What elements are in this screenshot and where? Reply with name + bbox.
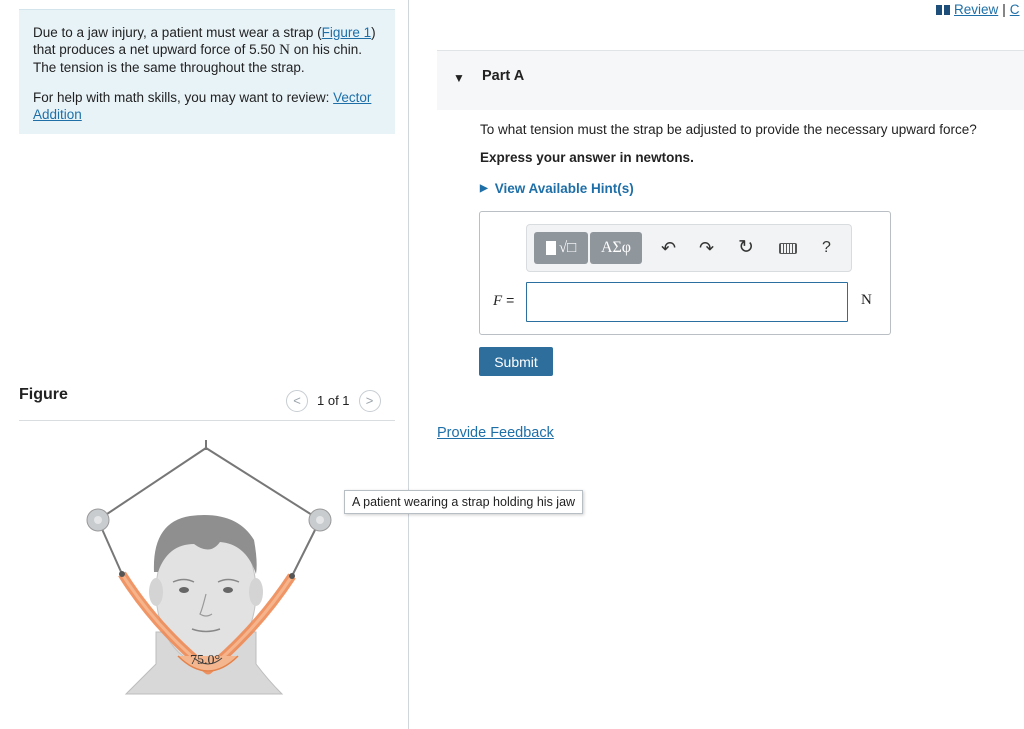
math-toolbar: √□ ΑΣφ ↶ ↷ ↻ ? — [526, 224, 852, 272]
figure-page-count: 1 of 1 — [317, 393, 350, 408]
view-hints-toggle[interactable]: ▶ View Available Hint(s) — [480, 181, 634, 196]
problem-statement: Due to a jaw injury, a patient must wear… — [19, 9, 395, 134]
force-unit: N — [279, 42, 291, 58]
book-icon — [936, 4, 950, 15]
answer-box: √□ ΑΣφ ↶ ↷ ↻ ? F = N — [479, 211, 891, 335]
patient-strap-figure[interactable]: 75.0° — [60, 432, 340, 702]
keyboard-icon[interactable] — [779, 243, 797, 254]
prev-figure-button[interactable]: < — [286, 389, 308, 412]
review-constants: Review | C — [936, 2, 1020, 17]
hints-label: View Available Hint(s) — [494, 181, 634, 196]
chevron-left-icon: < — [293, 393, 301, 408]
answer-unit: N — [861, 292, 872, 308]
provide-feedback-link[interactable]: Provide Feedback — [437, 425, 554, 441]
templates-icon: √□ — [558, 239, 577, 256]
pulley-rope-top — [97, 446, 321, 521]
part-title: Part A — [482, 68, 525, 84]
pane-divider — [408, 0, 409, 729]
templates-button[interactable]: √□ — [534, 232, 588, 264]
figure-link[interactable]: Figure 1 — [322, 25, 372, 40]
figure-title: Figure — [19, 386, 68, 403]
figure-divider — [19, 420, 395, 421]
constants-link[interactable]: C — [1010, 2, 1020, 17]
figure-pager: < 1 of 1 > — [286, 388, 381, 413]
review-separator: | — [1002, 2, 1006, 17]
right-eye — [223, 587, 233, 593]
next-figure-button[interactable]: > — [358, 389, 381, 412]
chevron-right-icon: > — [365, 393, 374, 408]
caret-right-icon: ▶ — [480, 183, 488, 194]
angle-label: 75.0° — [190, 653, 220, 668]
greek-icon: ΑΣφ — [600, 239, 632, 256]
review-link[interactable]: Review — [954, 2, 998, 17]
answer-instructions: Express your answer in newtons. — [480, 150, 694, 165]
answer-label: F = — [493, 292, 515, 309]
answer-input[interactable] — [526, 282, 848, 322]
figure-tooltip: A patient wearing a strap holding his ja… — [344, 490, 584, 514]
problem-text: Due to a jaw injury, a patient must wear… — [33, 25, 376, 75]
question-text: To what tension must the strap be adjust… — [480, 122, 977, 137]
help-icon[interactable]: ? — [822, 239, 831, 257]
submit-button[interactable]: Submit — [479, 347, 553, 376]
help-text: For help with math skills, you may want … — [33, 90, 372, 122]
undo-icon[interactable]: ↶ — [661, 239, 676, 257]
part-a-header[interactable]: ▼ Part A — [437, 50, 1024, 110]
caret-down-icon: ▼ — [453, 71, 465, 85]
left-eye — [179, 587, 189, 593]
reset-icon[interactable]: ↻ — [738, 238, 754, 257]
redo-icon[interactable]: ↷ — [699, 239, 714, 257]
greek-symbols-button[interactable]: ΑΣφ — [590, 232, 642, 264]
